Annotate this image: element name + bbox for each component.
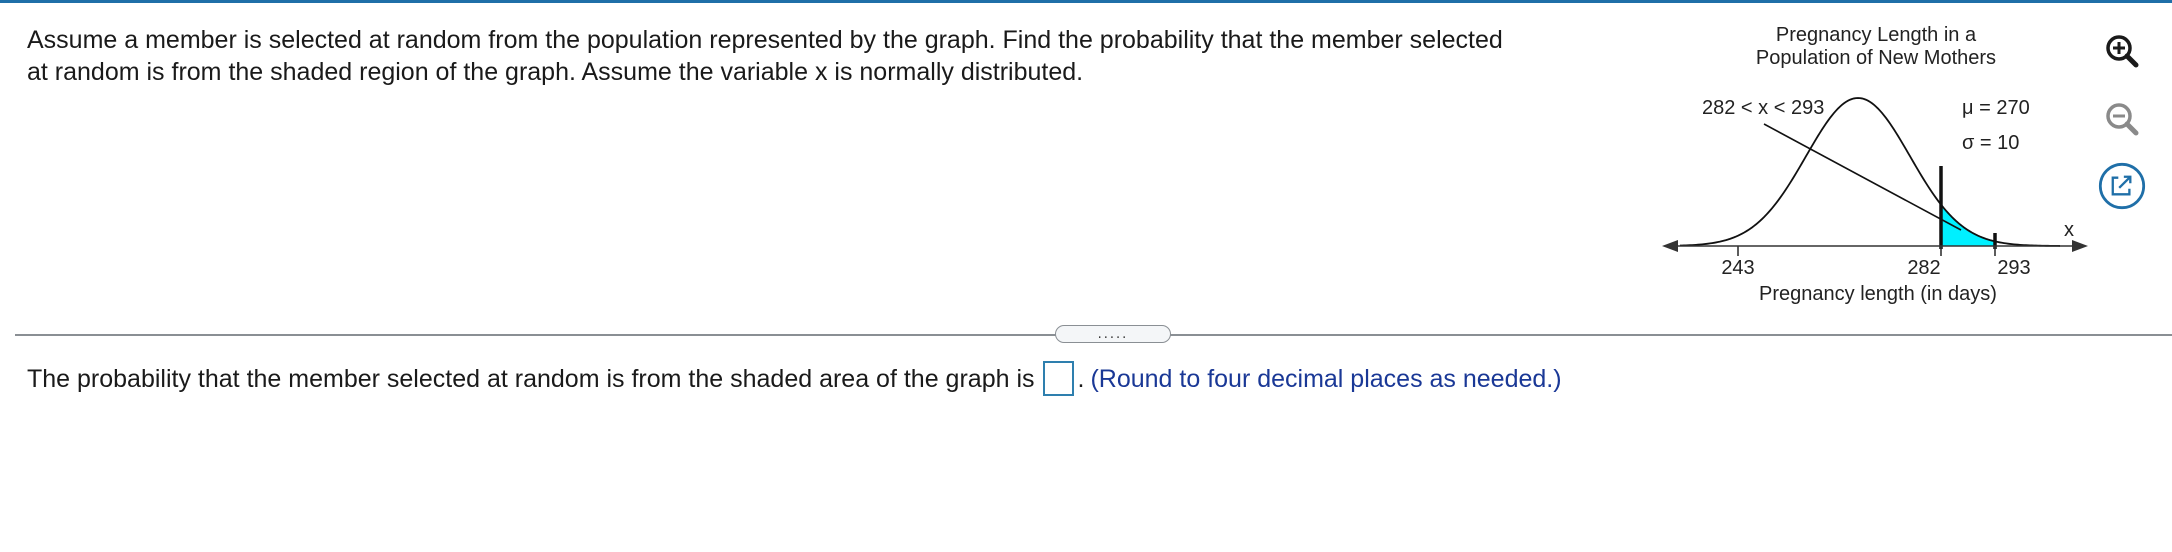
zoom-out-icon <box>2106 103 2139 136</box>
figure-title-line-2: Population of New Mothers <box>1756 47 1996 69</box>
zoom-in-icon <box>2106 35 2139 68</box>
divider-drag-handle[interactable]: ..... <box>1055 325 1171 343</box>
question-line-1: Assume a member is selected at random fr… <box>27 26 1503 54</box>
tick-label-293: 293 <box>1997 257 2030 279</box>
region-label: 282 < x < 293 <box>1702 97 1824 119</box>
x-variable-label: x <box>2064 219 2074 241</box>
answer-period: . <box>1077 364 1085 393</box>
figure-svg: Pregnancy Length in a Population of New … <box>1662 24 2088 305</box>
normal-distribution-figure: Pregnancy Length in a Population of New … <box>1660 14 2120 314</box>
std-dev-label: σ = 10 <box>1962 132 2019 154</box>
mean-label: μ = 270 <box>1962 97 2030 119</box>
answer-input[interactable] <box>1042 361 1074 396</box>
answer-line: The probability that the member selected… <box>27 361 1562 396</box>
x-axis-right-arrow <box>2072 240 2088 252</box>
question-text: Assume a member is selected at random fr… <box>27 24 1587 88</box>
figure-title-line-1: Pregnancy Length in a <box>1776 24 1977 46</box>
tick-label-282: 282 <box>1907 257 1940 279</box>
x-axis-label: Pregnancy length (in days) <box>1759 283 1997 305</box>
zoom-out-button[interactable] <box>2098 95 2146 143</box>
answer-prompt: The probability that the member selected… <box>27 364 1035 393</box>
question-line-2: at random is from the shaded region of t… <box>27 58 1084 86</box>
top-accent-bar <box>0 0 2172 3</box>
bell-curve <box>1679 97 2061 247</box>
rounding-hint: (Round to four decimal places as needed.… <box>1090 364 1562 393</box>
tick-label-243: 243 <box>1721 257 1754 279</box>
popout-icon <box>2098 162 2146 210</box>
x-axis-left-arrow <box>1662 240 1678 252</box>
zoom-in-button[interactable] <box>2098 27 2146 75</box>
popout-button[interactable] <box>2098 162 2146 210</box>
